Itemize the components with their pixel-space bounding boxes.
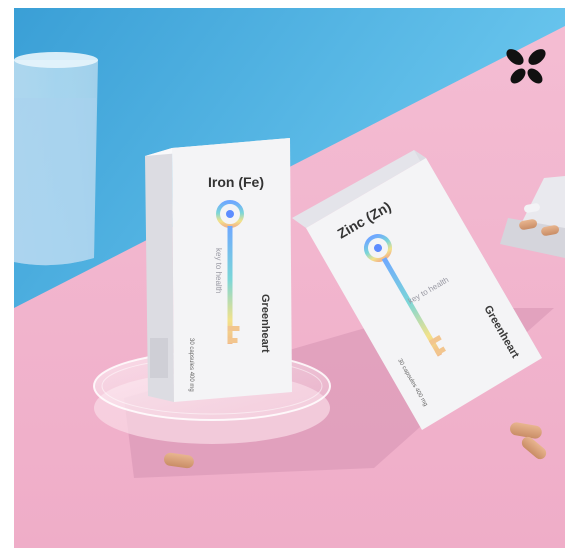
iron-count: 30 capsules 400 mg	[188, 338, 194, 392]
water-glass	[14, 52, 98, 266]
iron-product-name: Iron (Fe)	[208, 174, 264, 190]
iron-tagline: key to health	[214, 248, 223, 293]
iron-brand-label: Greenheart	[259, 294, 271, 353]
product-photo: Iron (Fe) Greenheart key to health 30 ca…	[14, 8, 565, 548]
